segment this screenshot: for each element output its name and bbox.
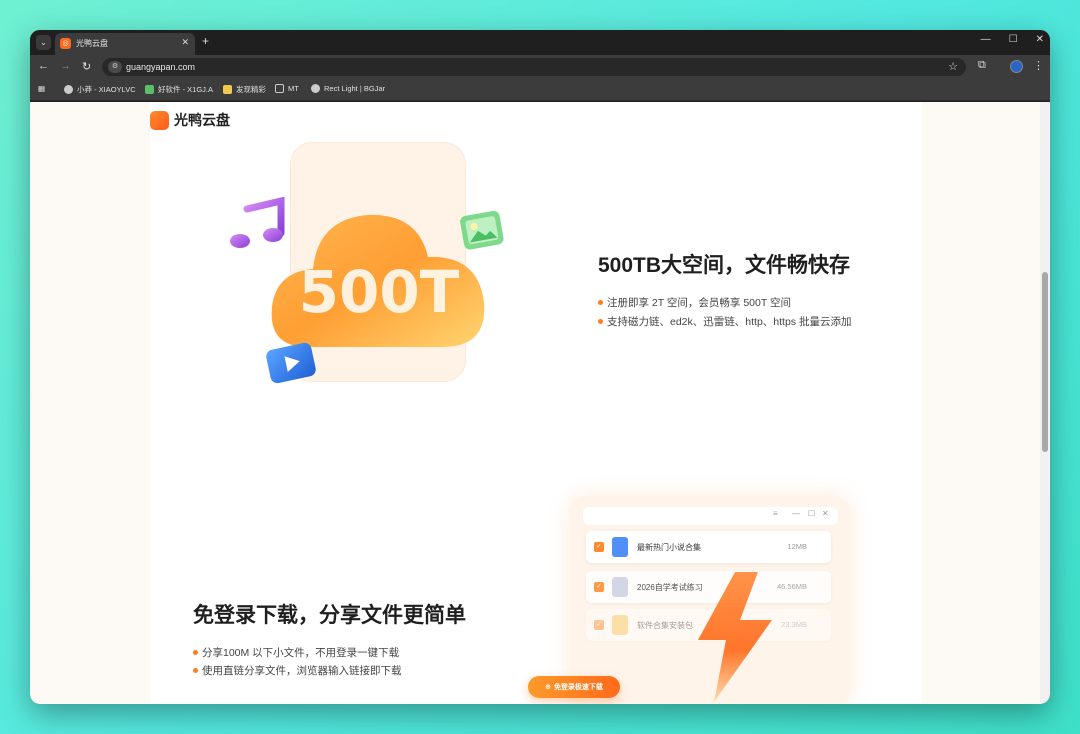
file-row: ✓ 最新热门小说合集 12MB — [586, 531, 831, 563]
scrollbar[interactable] — [1040, 102, 1050, 704]
file-size: 46.56MB — [776, 582, 807, 591]
section2-bullet: 使用直链分享文件，浏览器输入链接即下载 — [193, 663, 402, 678]
minimize-icon[interactable]: — — [981, 34, 991, 45]
site-info-icon[interactable]: ⚙ — [108, 61, 122, 73]
checkbox-icon: ✓ — [594, 542, 604, 552]
folder-icon — [275, 84, 284, 93]
bookmark-favicon-icon — [223, 85, 232, 94]
checkbox-icon: ✓ — [594, 582, 604, 592]
site-logo[interactable]: 光鸭云盘 — [150, 110, 230, 130]
bookmark-item[interactable]: MT — [275, 84, 299, 93]
bullet-dot-icon — [193, 650, 198, 655]
url-text[interactable]: guangyapan.com — [126, 62, 195, 72]
toolbar: ← → ↻ ⚙ guangyapan.com ☆ ⧉ ⋮ — [30, 55, 1050, 79]
menu-lines-icon: ≡ — [773, 509, 778, 518]
bookmark-favicon-icon — [145, 85, 154, 94]
menu-icon[interactable]: ⋮ — [1033, 59, 1044, 72]
file-size: 23.3MB — [781, 620, 807, 629]
bullet-dot-icon — [598, 300, 603, 305]
bullet-text: 分享100M 以下小文件，不用登录一键下载 — [202, 647, 400, 659]
document-icon — [612, 537, 628, 557]
bookmark-label: 小莽 - XIAOYLVC — [77, 85, 136, 94]
browser-tab[interactable]: ◎ 光鸭云盘 ✕ — [55, 33, 195, 55]
close-tab-icon[interactable]: ✕ — [181, 37, 189, 48]
bookmark-label: 发现精彩 — [236, 85, 266, 94]
section1-bullet: 注册即享 2T 空间，会员畅享 500T 空间 — [598, 295, 791, 310]
section1-bullet: 支持磁力链、ed2k、迅雷链、http、https 批量云添加 — [598, 314, 851, 329]
file-size: 12MB — [787, 542, 807, 551]
lightning-bolt-icon — [698, 572, 772, 702]
bullet-text: 支持磁力链、ed2k、迅雷链、http、https 批量云添加 — [607, 316, 852, 328]
favicon-icon: ◎ — [60, 38, 71, 49]
tab-search-icon[interactable]: ⌄ — [36, 35, 51, 50]
cloud-label: 500T — [299, 258, 460, 326]
minimize-icon: — — [792, 509, 800, 518]
bookmark-star-icon[interactable]: ☆ — [948, 60, 958, 73]
bookmark-favicon-icon — [64, 85, 73, 94]
close-window-icon[interactable]: ✕ — [1036, 34, 1044, 45]
video-play-icon — [266, 342, 316, 384]
bullet-dot-icon — [598, 319, 603, 324]
bookmark-item[interactable]: 小莽 - XIAOYLVC — [64, 84, 136, 95]
new-tab-icon[interactable]: + — [202, 34, 209, 48]
bookmark-label: Rect Light | BGJar — [324, 84, 386, 93]
back-icon[interactable]: ← — [38, 60, 49, 72]
bookmark-item[interactable]: 好软件 - X1GJ.A — [145, 84, 213, 95]
scroll-thumb[interactable] — [1042, 272, 1048, 452]
browser-window: ⌄ ◎ 光鸭云盘 ✕ + — ☐ ✕ ← → ↻ ⚙ guangyapan.co… — [30, 30, 1050, 704]
folder-icon — [612, 615, 628, 635]
globe-icon — [311, 84, 320, 93]
window-controls: — ☐ ✕ — [981, 34, 1044, 45]
page-viewport: 光鸭云盘 500T 500TB大空间，文件畅快存 注册即享 2T 空间，会员畅享… — [30, 102, 1040, 704]
free-download-button[interactable]: ⊕ 免登录极速下载 — [528, 676, 620, 698]
download-icon: ⊕ — [545, 684, 551, 691]
bullet-text: 注册即享 2T 空间，会员畅享 500T 空间 — [607, 297, 791, 309]
bookmarks-bar: ▦ 小莽 - XIAOYLVC 好软件 - X1GJ.A 发现精彩 MT Rec… — [30, 79, 1050, 101]
address-bar[interactable]: ⚙ guangyapan.com ☆ — [102, 58, 966, 76]
bookmark-label: 好软件 - X1GJ.A — [158, 85, 214, 94]
download-button-label: 免登录极速下载 — [553, 684, 603, 691]
maximize-icon: ☐ — [808, 509, 816, 518]
close-icon: ✕ — [822, 509, 829, 518]
section1-headline: 500TB大空间，文件畅快存 — [598, 254, 851, 277]
extensions-icon[interactable]: ⧉ — [978, 59, 986, 72]
apps-icon[interactable]: ▦ — [38, 84, 45, 93]
maximize-icon[interactable]: ☐ — [1009, 34, 1018, 45]
logo-icon — [150, 110, 169, 130]
bullet-text: 使用直链分享文件，浏览器输入链接即下载 — [202, 665, 402, 677]
section2-headline: 免登录下载，分享文件更简单 — [193, 604, 466, 627]
bookmark-item[interactable]: 发现精彩 — [223, 84, 266, 95]
file-name: 最新热门小说合集 — [637, 543, 701, 552]
logo-text: 光鸭云盘 — [174, 112, 230, 128]
bullet-dot-icon — [193, 668, 198, 673]
bookmark-item[interactable]: Rect Light | BGJar — [311, 84, 385, 93]
bookmark-label: MT — [288, 84, 299, 93]
tab-title: 光鸭云盘 — [76, 39, 108, 48]
tab-strip: ⌄ ◎ 光鸭云盘 ✕ + — ☐ ✕ — [30, 30, 1050, 55]
zip-file-icon — [612, 577, 628, 597]
checkbox-icon: ✓ — [594, 620, 604, 630]
section2-bullet: 分享100M 以下小文件，不用登录一键下载 — [193, 645, 399, 660]
profile-avatar[interactable] — [1010, 60, 1023, 73]
reload-icon[interactable]: ↻ — [82, 60, 91, 73]
cloud-storage-illustration: 500T — [271, 214, 485, 347]
forward-icon[interactable]: → — [60, 60, 71, 72]
